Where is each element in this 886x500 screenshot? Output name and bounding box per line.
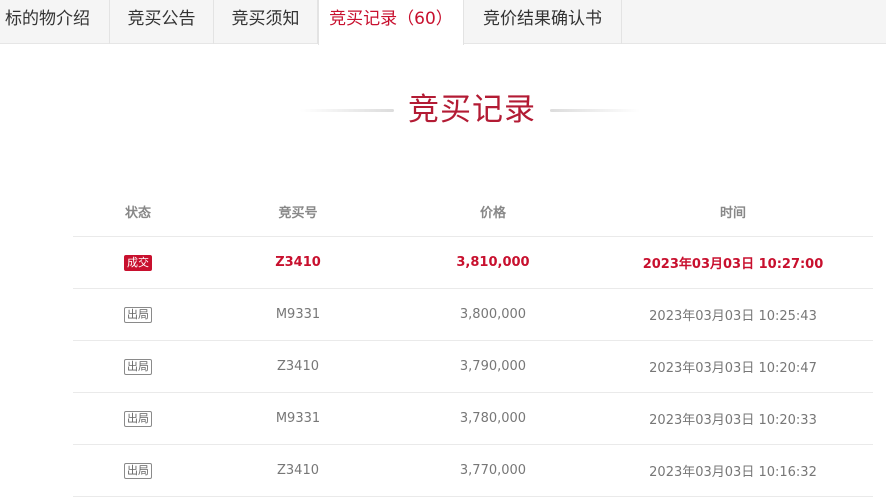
section-title: 竞买记录 bbox=[408, 92, 536, 128]
time-cell: 2023年03月03日 10:25:43 bbox=[649, 309, 817, 324]
table-row: 出局 Z3410 3,770,000 2023年03月03日 10:16:32 bbox=[73, 445, 873, 497]
time-cell: 2023年03月03日 10:20:47 bbox=[649, 361, 817, 376]
tab-bid-records[interactable]: 竞买记录（60） bbox=[318, 0, 464, 45]
status-badge-out: 出局 bbox=[124, 358, 152, 375]
bid-number-cell: Z3410 bbox=[277, 359, 319, 374]
header-bid-number: 竞买号 bbox=[278, 205, 318, 221]
table-header-row: 状态 竞买号 价格 时间 bbox=[73, 186, 873, 237]
tab-bar: 标的物介绍 竞买公告 竞买须知 竞买记录（60） 竞价结果确认书 bbox=[0, 0, 886, 45]
status-cell: 出局 bbox=[73, 289, 203, 340]
price-cell: 3,780,000 bbox=[459, 411, 527, 426]
table-row: 出局 Z3410 3,790,000 2023年03月03日 10:20:47 bbox=[73, 341, 873, 393]
status-badge-out: 出局 bbox=[124, 410, 152, 427]
bid-number-cell: Z3410 bbox=[277, 463, 319, 478]
status-badge-out: 出局 bbox=[124, 462, 152, 479]
status-cell: 出局 bbox=[73, 445, 203, 496]
price-cell: 3,790,000 bbox=[459, 359, 527, 374]
time-cell: 2023年03月03日 10:16:32 bbox=[649, 465, 817, 480]
bid-number-cell: Z3410 bbox=[275, 255, 321, 270]
bid-number-cell: M9331 bbox=[275, 307, 321, 322]
header-price: 价格 bbox=[479, 205, 506, 221]
status-cell: 出局 bbox=[73, 393, 203, 444]
price-cell: 3,800,000 bbox=[459, 307, 527, 322]
title-divider-left bbox=[300, 109, 394, 112]
status-badge-deal: 成交 bbox=[124, 254, 152, 271]
status-cell: 成交 bbox=[73, 237, 203, 288]
bid-records-table: 状态 竞买号 价格 时间 成交 Z3410 3,810,000 2023年03月… bbox=[73, 186, 873, 497]
bid-number-cell: M9331 bbox=[275, 411, 321, 426]
time-cell: 2023年03月03日 10:27:00 bbox=[642, 257, 824, 272]
tab-bidding-notice[interactable]: 竞买须知 bbox=[214, 0, 318, 44]
header-time: 时间 bbox=[719, 205, 746, 221]
time-cell: 2023年03月03日 10:20:33 bbox=[649, 413, 817, 428]
status-badge-out: 出局 bbox=[124, 306, 152, 323]
price-cell: 3,810,000 bbox=[456, 255, 530, 270]
header-status: 状态 bbox=[124, 205, 151, 221]
title-divider-right bbox=[550, 109, 640, 112]
tab-auction-announcement[interactable]: 竞买公告 bbox=[110, 0, 214, 44]
table-row: 成交 Z3410 3,810,000 2023年03月03日 10:27:00 bbox=[73, 237, 873, 289]
price-cell: 3,770,000 bbox=[459, 463, 527, 478]
table-row: 出局 M9331 3,780,000 2023年03月03日 10:20:33 bbox=[73, 393, 873, 445]
table-row: 出局 M9331 3,800,000 2023年03月03日 10:25:43 bbox=[73, 289, 873, 341]
section-header: 竞买记录 bbox=[0, 82, 886, 138]
tab-result-confirmation[interactable]: 竞价结果确认书 bbox=[464, 0, 622, 44]
tab-item-introduction[interactable]: 标的物介绍 bbox=[0, 0, 110, 44]
status-cell: 出局 bbox=[73, 341, 203, 392]
